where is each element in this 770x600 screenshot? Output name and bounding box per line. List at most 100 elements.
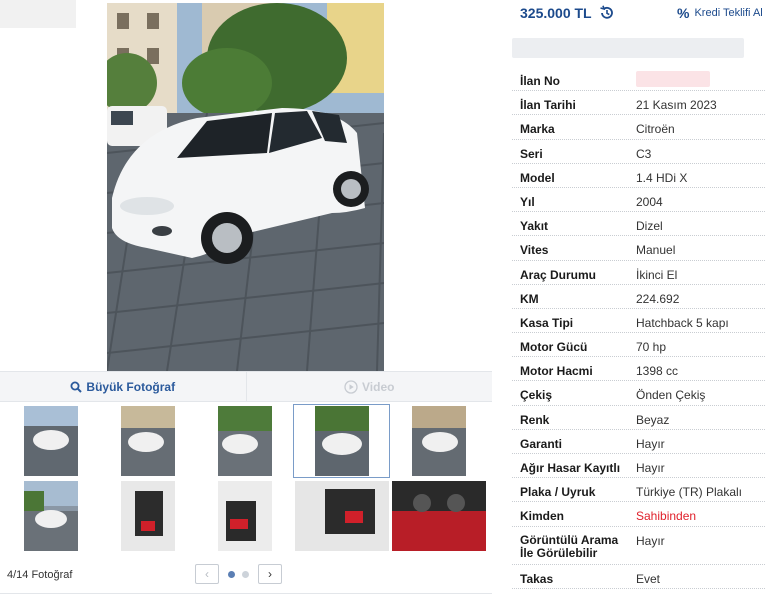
magnifier-icon xyxy=(70,381,83,393)
spec-value: C3 xyxy=(636,146,652,161)
photo-toolbar: Büyük Fotoğraf Video xyxy=(0,371,492,402)
spec-row-drive: Çekiş Önden Çekiş xyxy=(512,381,765,406)
big-photo-button[interactable]: Büyük Fotoğraf xyxy=(0,372,247,401)
spec-row-series: Seri C3 xyxy=(512,140,765,164)
spec-key: Garanti xyxy=(520,436,563,451)
spec-key: Yıl xyxy=(520,194,535,209)
thumbnail-image xyxy=(411,406,466,476)
spec-key: Renk xyxy=(520,412,550,427)
spec-value: 2004 xyxy=(636,194,663,209)
big-photo-label: Büyük Fotoğraf xyxy=(86,379,176,394)
spec-value: Manuel xyxy=(636,243,676,258)
next-photo-button[interactable]: › xyxy=(258,564,282,584)
spec-value: 70 hp xyxy=(636,340,667,355)
spec-key: Vites xyxy=(520,243,549,258)
thumbnail-image xyxy=(120,406,175,476)
spec-value: Hayır xyxy=(636,533,665,548)
spec-key: KM xyxy=(520,291,539,306)
thumbnail-image xyxy=(23,406,78,476)
spec-key: Görüntülü Arama İle Görülebilir xyxy=(520,532,619,560)
main-photo[interactable] xyxy=(107,3,384,371)
seller-type-value: Sahibinden xyxy=(636,509,697,524)
thumbnail-image xyxy=(120,481,175,551)
credit-offer-label: Kredi Teklifi Al xyxy=(694,7,763,19)
photo-counter: 4/14 Fotoğraf xyxy=(7,569,73,581)
thumbnail-7[interactable] xyxy=(99,479,196,553)
thumbnail-2[interactable] xyxy=(99,404,196,478)
spec-row-engine-volume: Motor Hacmi 1398 cc xyxy=(512,357,765,382)
spec-value: Citroën xyxy=(636,122,675,137)
divider xyxy=(0,593,492,594)
price: 325.000 TL xyxy=(520,5,615,21)
thumbnail-6[interactable] xyxy=(2,479,99,553)
spec-row-listing-no: İlan No xyxy=(512,67,765,92)
spec-value: 1398 cc xyxy=(636,364,679,379)
spec-row-color: Renk Beyaz xyxy=(512,406,765,430)
spec-value: 1.4 HDi X xyxy=(636,170,688,185)
page-dot[interactable] xyxy=(242,571,249,578)
spec-key: Kasa Tipi xyxy=(520,315,574,330)
listing-page: Büyük Fotoğraf Video 4/14 Fotoğraf ‹ › 3… xyxy=(0,0,770,600)
spec-row-trade: Takas Evet xyxy=(512,565,765,589)
spec-key: İlan Tarihi xyxy=(520,98,576,113)
spec-value: Hatchback 5 kapı xyxy=(636,315,729,330)
video-button[interactable]: Video xyxy=(247,372,493,401)
spec-key: Motor Gücü xyxy=(520,340,588,355)
thumbnail-image xyxy=(23,481,78,551)
spec-key: Model xyxy=(520,170,555,185)
spec-key: Motor Hacmi xyxy=(520,364,593,379)
thumbnail-3[interactable] xyxy=(196,404,293,478)
spec-row-video-call: Görüntülü Arama İle Görülebilir Hayır xyxy=(512,527,765,565)
spec-value: Türkiye (TR) Plakalı xyxy=(636,485,743,500)
spec-row-km: KM 224.692 xyxy=(512,285,765,309)
spec-value: Evet xyxy=(636,571,661,586)
spec-key: Seri xyxy=(520,146,543,161)
thumbnail-8[interactable] xyxy=(196,479,293,553)
spec-key: Takas xyxy=(520,571,554,586)
spec-table: İlan No İlan Tarihi 21 Kasım 2023 Marka Ci… xyxy=(512,67,765,589)
blurred-area xyxy=(0,0,76,28)
video-label: Video xyxy=(362,379,395,394)
spec-row-fuel: Yakıt Dizel xyxy=(512,212,765,237)
spec-value: 21 Kasım 2023 xyxy=(636,98,717,113)
spec-row-seller: Kimden Sahibinden xyxy=(512,502,765,527)
spec-row-year: Yıl 2004 xyxy=(512,188,765,213)
spec-key: Marka xyxy=(520,122,555,137)
thumbnail-4-selected[interactable] xyxy=(293,404,390,478)
thumbnail-1[interactable] xyxy=(2,404,99,478)
spec-key: Çekiş xyxy=(520,388,553,403)
blurred-title xyxy=(512,38,744,58)
spec-value: İkinci El xyxy=(636,267,678,282)
thumbnail-image xyxy=(294,481,389,551)
spec-row-condition: Araç Durumu İkinci El xyxy=(512,261,765,285)
page-dot-active[interactable] xyxy=(228,571,235,578)
play-circle-icon xyxy=(344,379,358,394)
thumbnail-image xyxy=(217,481,272,551)
spec-key: Kimden xyxy=(520,509,565,524)
percent-icon: % xyxy=(677,5,690,21)
thumbnail-10[interactable] xyxy=(390,479,487,553)
history-icon[interactable] xyxy=(599,5,615,21)
spec-row-listing-date: İlan Tarihi 21 Kasım 2023 xyxy=(512,91,765,116)
spec-value: Dizel xyxy=(636,219,663,234)
spec-value: Önden Çekiş xyxy=(636,388,706,403)
spec-value-blurred xyxy=(636,71,710,87)
spec-row-engine-power: Motor Gücü 70 hp xyxy=(512,333,765,358)
thumbnail-image xyxy=(217,406,272,476)
spec-row-model: Model 1.4 HDi X xyxy=(512,164,765,188)
spec-key: Yakıt xyxy=(520,219,549,234)
thumbnail-9[interactable] xyxy=(293,479,390,553)
price-amount: 325.000 TL xyxy=(520,5,592,21)
thumbnail-5[interactable] xyxy=(390,404,487,478)
spec-key: İlan No xyxy=(520,74,561,88)
spec-key: Araç Durumu xyxy=(520,267,597,282)
spec-row-heavy-damage: Ağır Hasar Kayıtlı Hayır xyxy=(512,454,765,479)
spec-row-gearbox: Vites Manuel xyxy=(512,236,765,261)
spec-row-plate: Plaka / Uyruk Türkiye (TR) Plakalı xyxy=(512,478,765,503)
credit-offer-link[interactable]: % Kredi Teklifi Al xyxy=(677,5,763,21)
prev-photo-button[interactable]: ‹ xyxy=(195,564,219,584)
spec-value: 224.692 xyxy=(636,291,680,306)
spec-row-body-type: Kasa Tipi Hatchback 5 kapı xyxy=(512,309,765,334)
thumbnail-image xyxy=(391,481,486,551)
spec-row-warranty: Garanti Hayır xyxy=(512,430,765,454)
